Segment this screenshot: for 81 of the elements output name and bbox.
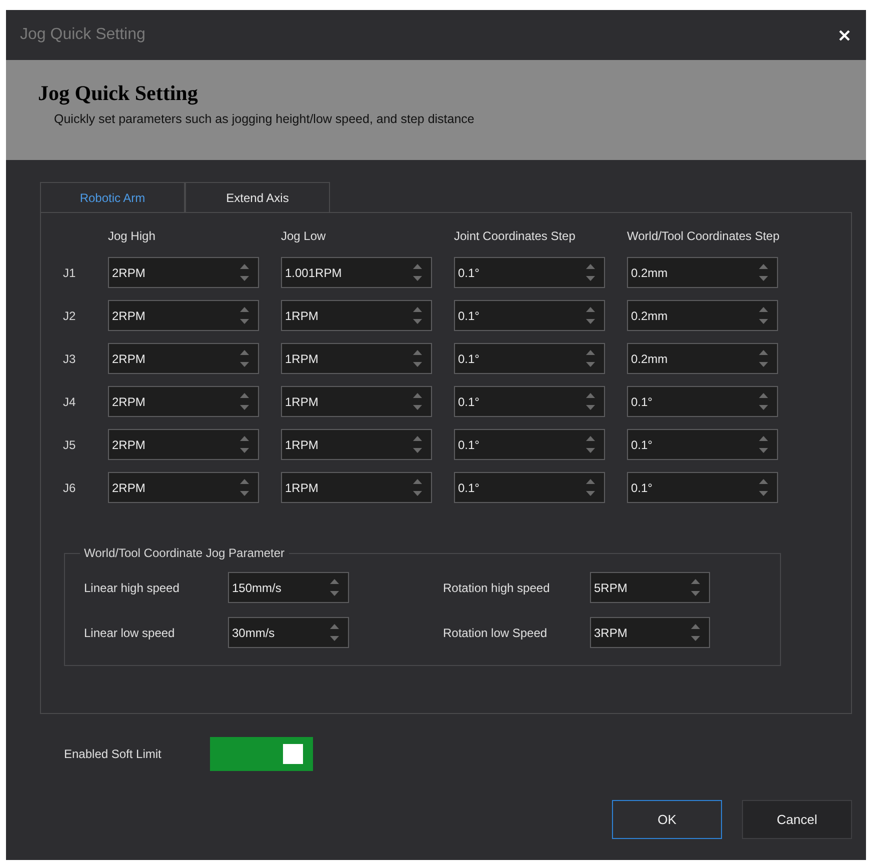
spinner-arrows-icon[interactable]	[240, 264, 249, 281]
spin-box-field[interactable]: 0.1°	[454, 386, 605, 417]
spin-box-field[interactable]: 2RPM	[108, 343, 259, 374]
spin-box-field[interactable]: 1RPM	[281, 386, 432, 417]
spinner-arrows-icon[interactable]	[759, 479, 768, 496]
column-header: Jog Low	[281, 228, 327, 245]
spin-box-field[interactable]: 0.1°	[454, 343, 605, 374]
spinner-arrows-icon[interactable]	[691, 624, 700, 641]
spinner-arrows-icon[interactable]	[586, 393, 595, 410]
spinner-arrows-icon[interactable]	[240, 479, 249, 496]
spinner-arrows-icon[interactable]	[330, 579, 339, 596]
field-label: Rotation high speed	[443, 580, 551, 596]
spin-box-field[interactable]: 150mm/s	[228, 572, 349, 603]
spinner-arrows-icon[interactable]	[413, 393, 422, 410]
column-header: Joint Coordinates Step	[454, 228, 576, 245]
spin-box-field[interactable]: 3RPM	[590, 617, 710, 648]
spinner-arrows-icon[interactable]	[759, 264, 768, 281]
close-icon[interactable]	[839, 30, 850, 40]
window-title: Jog Quick Setting	[20, 25, 146, 45]
spinner-arrows-icon[interactable]	[586, 479, 595, 496]
spin-box-field[interactable]: 0.1°	[627, 429, 778, 460]
spin-box-field[interactable]: 1RPM	[281, 429, 432, 460]
spin-box-field[interactable]: 2RPM	[108, 300, 259, 331]
row-label: J5	[62, 436, 77, 454]
row-label: J3	[62, 350, 77, 368]
field-label: Linear high speed	[84, 580, 180, 596]
spinner-arrows-icon[interactable]	[240, 436, 249, 453]
column-header: Jog High	[108, 228, 156, 245]
spin-box-field[interactable]: 1RPM	[281, 300, 432, 331]
spin-box-field[interactable]: 1RPM	[281, 343, 432, 374]
spinner-arrows-icon[interactable]	[586, 264, 595, 281]
spin-box-field[interactable]: 0.2mm	[627, 257, 778, 288]
field-label: Rotation low Speed	[443, 624, 548, 642]
spinner-arrows-icon[interactable]	[413, 307, 422, 324]
spin-box-field[interactable]: 0.1°	[454, 472, 605, 503]
spin-box-field[interactable]: 1.001RPM	[281, 257, 432, 288]
spin-box-field[interactable]: 5RPM	[590, 572, 710, 603]
spinner-arrows-icon[interactable]	[330, 624, 339, 641]
spin-box-field[interactable]: 2RPM	[108, 257, 259, 288]
dialog-description: Quickly set parameters such as jogging height/low speed, and step distance	[54, 111, 476, 127]
row-label: J4	[62, 394, 77, 410]
spinner-arrows-icon[interactable]	[759, 393, 768, 410]
spinner-arrows-icon[interactable]	[691, 579, 700, 596]
soft-limit-label: Enabled Soft Limit	[64, 746, 162, 763]
spin-box-field[interactable]: 0.1°	[454, 300, 605, 331]
spin-box-field[interactable]: 2RPM	[108, 386, 259, 417]
spinner-arrows-icon[interactable]	[586, 350, 595, 367]
spin-box-field[interactable]: 0.1°	[627, 386, 778, 417]
spinner-arrows-icon[interactable]	[586, 307, 595, 324]
spin-box-field[interactable]: 0.1°	[454, 257, 605, 288]
tab[interactable]: Extend Axis	[185, 182, 330, 212]
spinner-arrows-icon[interactable]	[413, 350, 422, 367]
dialog-button[interactable]: Cancel	[742, 800, 852, 839]
tab[interactable]: Robotic Arm	[40, 182, 185, 212]
spinner-arrows-icon[interactable]	[240, 393, 249, 410]
spinner-arrows-icon[interactable]	[759, 350, 768, 367]
row-label: J1	[62, 264, 77, 282]
spinner-arrows-icon[interactable]	[586, 436, 595, 453]
spinner-arrows-icon[interactable]	[759, 436, 768, 453]
spinner-arrows-icon[interactable]	[240, 307, 249, 324]
row-label: J6	[62, 480, 77, 496]
column-header: World/Tool Coordinates Step	[627, 228, 780, 245]
spinner-arrows-icon[interactable]	[759, 307, 768, 324]
spin-box-field[interactable]: 2RPM	[108, 429, 259, 460]
dialog-button[interactable]: OK	[612, 800, 722, 839]
spin-box-field[interactable]: 0.2mm	[627, 343, 778, 374]
toggle-switch[interactable]	[210, 737, 313, 771]
spinner-arrows-icon[interactable]	[413, 479, 422, 496]
spin-box-field[interactable]: 30mm/s	[228, 617, 349, 648]
spin-box-field[interactable]: 2RPM	[108, 472, 259, 503]
group-title: World/Tool Coordinate Jog Parameter	[83, 545, 286, 562]
spin-box-field[interactable]: 0.2mm	[627, 300, 778, 331]
spinner-arrows-icon[interactable]	[413, 436, 422, 453]
spinner-arrows-icon[interactable]	[413, 264, 422, 281]
spin-box-field[interactable]: 1RPM	[281, 472, 432, 503]
spinner-arrows-icon[interactable]	[240, 350, 249, 367]
dialog-heading: Jog Quick Setting	[38, 80, 199, 106]
spin-box-field[interactable]: 0.1°	[627, 472, 778, 503]
row-label: J2	[62, 308, 77, 324]
field-label: Linear low speed	[84, 624, 176, 642]
spin-box-field[interactable]: 0.1°	[454, 429, 605, 460]
